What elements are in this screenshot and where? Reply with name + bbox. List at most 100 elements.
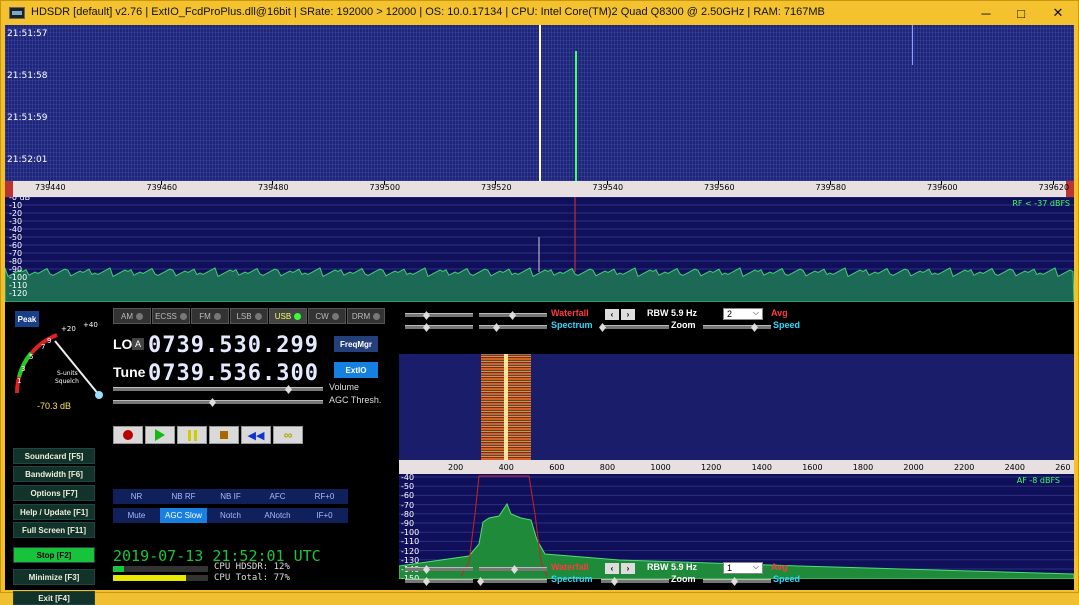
slider-knob[interactable] (751, 323, 758, 332)
slider-knob[interactable] (511, 565, 518, 574)
avg-select[interactable]: 2 (723, 308, 763, 320)
right-arrow-icon[interactable]: › (621, 563, 635, 574)
s-meter-db-readout: -70.3 dB (37, 401, 72, 411)
freq-tick-label: 739600 (927, 183, 958, 192)
af-db-label: -60 (401, 491, 415, 501)
options-button[interactable]: Options [F7] (13, 485, 95, 501)
app-window: HDSDR [default] v2.76 | ExtIO_FcdProPlus… (0, 0, 1079, 605)
slider-knob[interactable] (599, 323, 606, 332)
dsp-button-afc[interactable]: AFC (254, 489, 301, 504)
lo-a-button[interactable]: A (132, 338, 144, 350)
slider-knob[interactable] (493, 323, 500, 332)
exit-button[interactable]: Exit [F4] (13, 591, 95, 605)
maximize-window-button[interactable]: □ (1002, 1, 1040, 25)
top-control-row-2: Spectrum Zoom Speed (401, 320, 1074, 334)
help-update-button[interactable]: Help / Update [F1] (13, 504, 95, 520)
freq-tick-label: 739540 (592, 183, 624, 192)
volume-slider-knob[interactable] (285, 385, 292, 394)
scroll-left-marker[interactable] (5, 181, 13, 197)
af-db-label: -40 (401, 474, 415, 482)
cpu-total-bar-fill (113, 575, 187, 581)
agc-threshold-slider[interactable] (113, 398, 323, 407)
rf-waterfall[interactable]: 21:51:57 21:51:58 21:51:59 21:52:01 (5, 25, 1074, 181)
stop-button[interactable]: Stop [F2] (13, 547, 95, 563)
af-spec-offset-slider[interactable] (477, 577, 547, 586)
record-button[interactable] (113, 426, 143, 444)
mode-usb-button[interactable]: USB (269, 308, 307, 324)
extio-button[interactable]: ExtIO (334, 362, 378, 378)
mode-drm-button[interactable]: DRM (347, 308, 385, 324)
af-speed-slider[interactable] (703, 577, 771, 586)
minimize-button[interactable]: Minimize [F3] (13, 569, 95, 585)
dsp-button-notch[interactable]: Notch (207, 508, 254, 523)
mode-lsb-button[interactable]: LSB (230, 308, 268, 324)
lo-cursor-line[interactable] (539, 25, 541, 181)
spec-range-slider[interactable] (405, 323, 473, 332)
s-meter-gauge: 3 5 7 9 +20 +40 1 S-units Squelch (15, 321, 103, 399)
slider-knob[interactable] (423, 311, 430, 320)
af-avg-select[interactable]: 1 (723, 562, 763, 574)
slider-knob[interactable] (423, 323, 430, 332)
mode-led-icon (136, 312, 143, 320)
dsp-button-nb-if[interactable]: NB IF (207, 489, 254, 504)
zoom-slider[interactable] (599, 323, 669, 332)
slider-knob[interactable] (423, 565, 430, 574)
wf-contrast-slider[interactable] (405, 311, 473, 320)
tune-frequency[interactable]: 0739.536.300 (148, 361, 319, 386)
af-frequency-axis[interactable]: 200 400 600 800 1000 1200 1400 1600 1800 2000 2200… (399, 460, 1074, 474)
af-spec-range-slider[interactable] (405, 577, 473, 586)
soundcard-button[interactable]: Soundcard [F5] (13, 448, 95, 464)
af-wf-brightness-slider[interactable] (479, 565, 547, 574)
slider-knob[interactable] (423, 577, 430, 586)
wf-brightness-slider[interactable] (479, 311, 547, 320)
agc-slider-knob[interactable] (209, 398, 216, 407)
dsp-button-mute[interactable]: Mute (113, 508, 160, 523)
left-arrow-icon[interactable]: ‹ (605, 563, 619, 574)
mode-am-button[interactable]: AM (113, 308, 151, 324)
dsp-button-if-0[interactable]: IF+0 (301, 508, 348, 523)
dsp-button-rf-0[interactable]: RF+0 (301, 489, 348, 504)
right-arrow-icon[interactable]: › (621, 309, 635, 320)
dsp-button-nr[interactable]: NR (113, 489, 160, 504)
sm-scale: 7 (41, 343, 45, 351)
af-avg-label: Avg (771, 562, 788, 572)
lo-frequency[interactable]: 0739.530.299 (148, 333, 319, 358)
rf-frequency-axis[interactable]: 739440 739460 739480 739500 739520 739540 7395… (5, 181, 1074, 197)
mode-fm-button[interactable]: FM (191, 308, 229, 324)
af-zoom-slider[interactable] (601, 577, 669, 586)
slider-knob[interactable] (509, 311, 516, 320)
stop-playback-button[interactable] (209, 426, 239, 444)
dsp-button-nb-rf[interactable]: NB RF (160, 489, 207, 504)
spec-offset-slider[interactable] (479, 323, 547, 332)
dsp-button-anotch[interactable]: ANotch (254, 508, 301, 523)
full-screen-button[interactable]: Full Screen [F11] (13, 522, 95, 538)
slider-knob[interactable] (611, 577, 618, 586)
dsp-button-agc-slow[interactable]: AGC Slow (160, 508, 207, 523)
af-tick-label: 260 (1055, 463, 1071, 472)
slider-knob[interactable] (477, 577, 484, 586)
bandwidth-button[interactable]: Bandwidth [F6] (13, 466, 95, 482)
pause-button[interactable] (177, 426, 207, 444)
play-button[interactable] (145, 426, 175, 444)
af-wf-contrast-slider[interactable] (405, 565, 473, 574)
freqmgr-button[interactable]: FreqMgr (334, 336, 378, 352)
close-window-button[interactable]: ✕ (1039, 1, 1077, 25)
hdsdr-app-icon[interactable] (9, 7, 25, 19)
af-waterfall-label: Waterfall (551, 562, 589, 572)
af-speed-label: Speed (773, 574, 801, 584)
rewind-button[interactable]: ◀◀ (241, 426, 271, 444)
speed-slider[interactable] (703, 323, 771, 332)
af-waterfall[interactable] (399, 354, 1074, 460)
loop-button[interactable]: ∞ (273, 426, 303, 444)
mode-led-icon (179, 312, 187, 320)
rf-spectrum[interactable]: -0 dB -10 -20 -30 -40 -50 -60 -70 -80 -90 -100 -110… (5, 197, 1074, 302)
mode-ecss-button[interactable]: ECSS (152, 308, 190, 324)
slider-knob[interactable] (731, 577, 738, 586)
left-arrow-icon[interactable]: ‹ (605, 309, 619, 320)
volume-slider[interactable] (113, 385, 323, 394)
mode-cw-button[interactable]: CW (308, 308, 346, 324)
title-bar[interactable]: HDSDR [default] v2.76 | ExtIO_FcdProPlus… (1, 1, 1078, 25)
minimize-window-button[interactable]: ─ (967, 1, 1005, 25)
mode-led-icon (294, 312, 302, 320)
sm-scale: 5 (29, 353, 33, 361)
